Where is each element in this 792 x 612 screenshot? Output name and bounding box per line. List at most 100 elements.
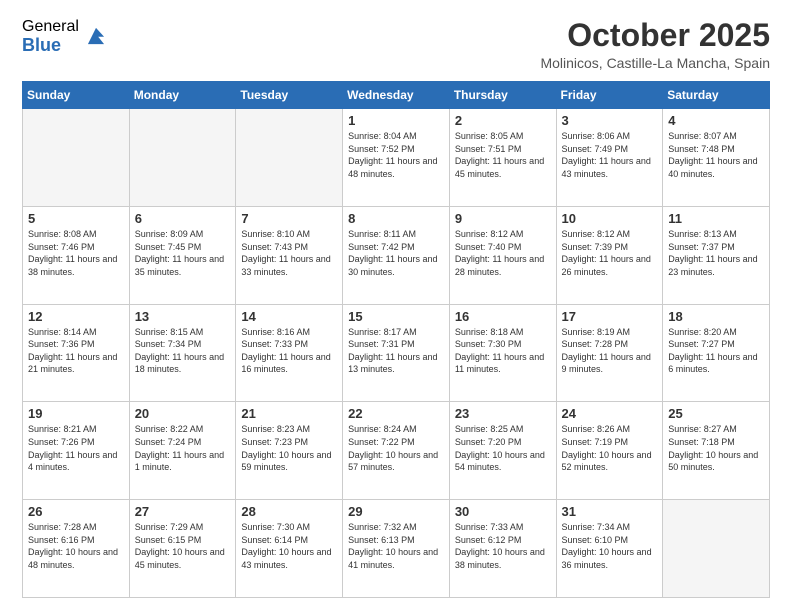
day-info: Sunrise: 8:24 AMSunset: 7:22 PMDaylight:… — [348, 423, 444, 473]
day-info: Sunrise: 8:26 AMSunset: 7:19 PMDaylight:… — [562, 423, 658, 473]
day-number: 18 — [668, 309, 764, 324]
calendar-cell: 3 Sunrise: 8:06 AMSunset: 7:49 PMDaylight… — [556, 109, 663, 207]
calendar-cell: 23 Sunrise: 8:25 AMSunset: 7:20 PMDayligh… — [449, 402, 556, 500]
day-number: 1 — [348, 113, 444, 128]
calendar-cell: 15 Sunrise: 8:17 AMSunset: 7:31 PMDayligh… — [343, 304, 450, 402]
day-number: 19 — [28, 406, 124, 421]
calendar-cell: 22 Sunrise: 8:24 AMSunset: 7:22 PMDayligh… — [343, 402, 450, 500]
calendar-cell: 28 Sunrise: 7:30 AMSunset: 6:14 PMDayligh… — [236, 500, 343, 598]
day-info: Sunrise: 8:07 AMSunset: 7:48 PMDaylight:… — [668, 130, 764, 180]
day-info: Sunrise: 8:06 AMSunset: 7:49 PMDaylight:… — [562, 130, 658, 180]
day-number: 3 — [562, 113, 658, 128]
calendar-cell: 19Sunrise: 8:21 AMSunset: 7:26 PMDayligh… — [23, 402, 130, 500]
calendar-cell: 1 Sunrise: 8:04 AMSunset: 7:52 PMDaylight… — [343, 109, 450, 207]
weekday-header-friday: Friday — [556, 82, 663, 109]
calendar-cell: 20Sunrise: 8:22 AMSunset: 7:24 PMDayligh… — [129, 402, 236, 500]
logo-general: General — [22, 18, 79, 36]
calendar-cell: 2 Sunrise: 8:05 AMSunset: 7:51 PMDaylight… — [449, 109, 556, 207]
calendar-cell: 4 Sunrise: 8:07 AMSunset: 7:48 PMDaylight… — [663, 109, 770, 207]
calendar-cell: 10 Sunrise: 8:12 AMSunset: 7:39 PMDayligh… — [556, 206, 663, 304]
day-info: Sunrise: 8:18 AMSunset: 7:30 PMDaylight:… — [455, 326, 551, 376]
calendar-week-2: 5 Sunrise: 8:08 AMSunset: 7:46 PMDaylight… — [23, 206, 770, 304]
calendar-cell: 17Sunrise: 8:19 AMSunset: 7:28 PMDayligh… — [556, 304, 663, 402]
calendar-cell: 26 Sunrise: 7:28 AMSunset: 6:16 PMDayligh… — [23, 500, 130, 598]
calendar-table: SundayMondayTuesdayWednesdayThursdayFrid… — [22, 81, 770, 598]
weekday-header-thursday: Thursday — [449, 82, 556, 109]
day-number: 29 — [348, 504, 444, 519]
calendar-cell: 29 Sunrise: 7:32 AMSunset: 6:13 PMDayligh… — [343, 500, 450, 598]
calendar-cell: 7 Sunrise: 8:10 AMSunset: 7:43 PMDaylight… — [236, 206, 343, 304]
calendar-cell — [129, 109, 236, 207]
day-number: 4 — [668, 113, 764, 128]
day-info: Sunrise: 8:04 AMSunset: 7:52 PMDaylight:… — [348, 130, 444, 180]
calendar-cell: 24 Sunrise: 8:26 AMSunset: 7:19 PMDayligh… — [556, 402, 663, 500]
weekday-header-tuesday: Tuesday — [236, 82, 343, 109]
day-number: 14 — [241, 309, 337, 324]
calendar-cell — [236, 109, 343, 207]
day-info: Sunrise: 8:11 AMSunset: 7:42 PMDaylight:… — [348, 228, 444, 278]
day-number: 8 — [348, 211, 444, 226]
weekday-header-sunday: Sunday — [23, 82, 130, 109]
day-info: Sunrise: 8:16 AMSunset: 7:33 PMDaylight:… — [241, 326, 337, 376]
day-number: 10 — [562, 211, 658, 226]
calendar-cell: 12 Sunrise: 8:14 AMSunset: 7:36 PMDayligh… — [23, 304, 130, 402]
title-block: October 2025 Molinicos, Castille-La Manc… — [540, 18, 770, 71]
day-number: 26 — [28, 504, 124, 519]
day-number: 22 — [348, 406, 444, 421]
day-info: Sunrise: 8:17 AMSunset: 7:31 PMDaylight:… — [348, 326, 444, 376]
day-number: 5 — [28, 211, 124, 226]
logo-blue: Blue — [22, 36, 79, 56]
calendar-cell: 9Sunrise: 8:12 AMSunset: 7:40 PMDaylight… — [449, 206, 556, 304]
calendar-cell: 31 Sunrise: 7:34 AMSunset: 6:10 PMDayligh… — [556, 500, 663, 598]
day-number: 12 — [28, 309, 124, 324]
header: General Blue October 2025 Molinicos, Cas… — [22, 18, 770, 71]
calendar-cell: 27 Sunrise: 7:29 AMSunset: 6:15 PMDayligh… — [129, 500, 236, 598]
location: Molinicos, Castille-La Mancha, Spain — [540, 55, 770, 71]
day-info: Sunrise: 8:08 AMSunset: 7:46 PMDaylight:… — [28, 228, 124, 278]
calendar-cell: 6Sunrise: 8:09 AMSunset: 7:45 PMDaylight… — [129, 206, 236, 304]
day-info: Sunrise: 7:32 AMSunset: 6:13 PMDaylight:… — [348, 521, 444, 571]
day-number: 24 — [562, 406, 658, 421]
day-info: Sunrise: 8:19 AMSunset: 7:28 PMDaylight:… — [562, 326, 658, 376]
day-number: 11 — [668, 211, 764, 226]
calendar-week-4: 19Sunrise: 8:21 AMSunset: 7:26 PMDayligh… — [23, 402, 770, 500]
calendar-cell: 30Sunrise: 7:33 AMSunset: 6:12 PMDayligh… — [449, 500, 556, 598]
day-info: Sunrise: 7:30 AMSunset: 6:14 PMDaylight:… — [241, 521, 337, 571]
calendar-cell: 11Sunrise: 8:13 AMSunset: 7:37 PMDayligh… — [663, 206, 770, 304]
day-number: 2 — [455, 113, 551, 128]
day-number: 16 — [455, 309, 551, 324]
calendar-week-5: 26 Sunrise: 7:28 AMSunset: 6:16 PMDayligh… — [23, 500, 770, 598]
calendar-cell: 25Sunrise: 8:27 AMSunset: 7:18 PMDayligh… — [663, 402, 770, 500]
day-number: 6 — [135, 211, 231, 226]
day-info: Sunrise: 8:22 AMSunset: 7:24 PMDaylight:… — [135, 423, 231, 473]
calendar-cell: 18 Sunrise: 8:20 AMSunset: 7:27 PMDayligh… — [663, 304, 770, 402]
day-info: Sunrise: 8:12 AMSunset: 7:39 PMDaylight:… — [562, 228, 658, 278]
calendar-week-1: 1 Sunrise: 8:04 AMSunset: 7:52 PMDaylight… — [23, 109, 770, 207]
day-number: 30 — [455, 504, 551, 519]
calendar-cell: 16 Sunrise: 8:18 AMSunset: 7:30 PMDayligh… — [449, 304, 556, 402]
day-info: Sunrise: 7:29 AMSunset: 6:15 PMDaylight:… — [135, 521, 231, 571]
day-number: 21 — [241, 406, 337, 421]
day-info: Sunrise: 8:27 AMSunset: 7:18 PMDaylight:… — [668, 423, 764, 473]
day-info: Sunrise: 8:12 AMSunset: 7:40 PMDaylight:… — [455, 228, 551, 278]
logo-text: General Blue — [22, 18, 79, 55]
day-info: Sunrise: 8:10 AMSunset: 7:43 PMDaylight:… — [241, 228, 337, 278]
day-number: 7 — [241, 211, 337, 226]
weekday-header-wednesday: Wednesday — [343, 82, 450, 109]
day-info: Sunrise: 8:20 AMSunset: 7:27 PMDaylight:… — [668, 326, 764, 376]
day-number: 23 — [455, 406, 551, 421]
day-number: 31 — [562, 504, 658, 519]
day-info: Sunrise: 8:05 AMSunset: 7:51 PMDaylight:… — [455, 130, 551, 180]
calendar-cell: 14 Sunrise: 8:16 AMSunset: 7:33 PMDayligh… — [236, 304, 343, 402]
day-number: 27 — [135, 504, 231, 519]
day-info: Sunrise: 7:34 AMSunset: 6:10 PMDaylight:… — [562, 521, 658, 571]
day-info: Sunrise: 7:28 AMSunset: 6:16 PMDaylight:… — [28, 521, 124, 571]
day-number: 15 — [348, 309, 444, 324]
weekday-header-monday: Monday — [129, 82, 236, 109]
day-info: Sunrise: 8:14 AMSunset: 7:36 PMDaylight:… — [28, 326, 124, 376]
calendar-week-3: 12 Sunrise: 8:14 AMSunset: 7:36 PMDayligh… — [23, 304, 770, 402]
day-number: 28 — [241, 504, 337, 519]
month-title: October 2025 — [540, 18, 770, 53]
day-info: Sunrise: 8:25 AMSunset: 7:20 PMDaylight:… — [455, 423, 551, 473]
calendar-cell: 13Sunrise: 8:15 AMSunset: 7:34 PMDayligh… — [129, 304, 236, 402]
